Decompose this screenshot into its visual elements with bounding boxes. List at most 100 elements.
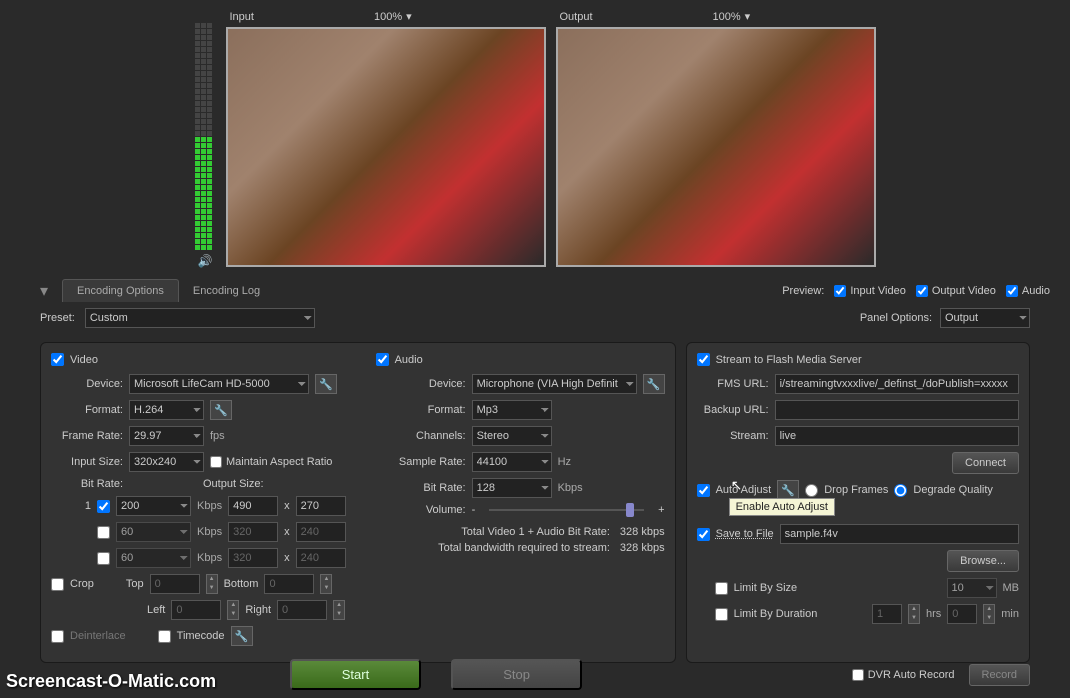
bitrate-row2-checkbox[interactable] (97, 526, 110, 539)
input-zoom[interactable]: 100% ▾ (374, 10, 412, 23)
stream-section-label: Stream to Flash Media Server (716, 354, 862, 366)
crop-bottom-input (264, 574, 314, 594)
min-spinner: ▲▼ (983, 604, 995, 624)
audio-checkbox[interactable]: Audio (1006, 285, 1050, 297)
chevron-down-icon: ▾ (406, 10, 412, 23)
limit-size-select: 10 (947, 578, 997, 598)
deinterlace-label: Deinterlace (70, 630, 126, 642)
samplerate-select[interactable]: 44100 (472, 452, 552, 472)
audio-section-checkbox[interactable] (376, 353, 389, 366)
output-video-checkbox[interactable]: Output Video (916, 285, 996, 297)
audio-format-select[interactable]: Mp3 (472, 400, 552, 420)
stream-section-checkbox[interactable] (697, 353, 710, 366)
crop-right-input (277, 600, 327, 620)
input-video-checkbox[interactable]: Input Video (834, 285, 905, 297)
wrench-icon[interactable]: 🔧 (643, 374, 665, 394)
volume-minus[interactable]: - (472, 504, 476, 516)
fms-url-input[interactable] (775, 374, 1019, 394)
outw1-input[interactable] (228, 496, 278, 516)
stop-button[interactable]: Stop (451, 659, 582, 690)
audio-bitrate-select[interactable]: 128 (472, 478, 552, 498)
video-section-label: Video (70, 354, 98, 366)
crop-left-spinner: ▲▼ (227, 600, 239, 620)
crop-label: Crop (70, 578, 94, 590)
preset-select[interactable]: Custom (85, 308, 315, 328)
output-label: Output (560, 11, 593, 23)
connect-button[interactable]: Connect (952, 452, 1019, 474)
collapse-chevron-icon[interactable]: ▾ (40, 281, 48, 301)
audio-section-label: Audio (395, 354, 423, 366)
crop-right-spinner: ▲▼ (333, 600, 345, 620)
samplerate-label: Sample Rate: (376, 456, 466, 468)
watermark: Screencast-O-Matic.com (6, 671, 216, 692)
input-label: Input (230, 11, 254, 23)
audio-device-select[interactable]: Microphone (VIA High Definition (472, 374, 637, 394)
limit-duration-checkbox[interactable] (715, 608, 728, 621)
wrench-icon[interactable]: 🔧 (315, 374, 337, 394)
dvr-auto-record-checkbox[interactable]: DVR Auto Record (852, 669, 955, 681)
mb-unit: MB (1003, 582, 1020, 594)
video-section-checkbox[interactable] (51, 353, 64, 366)
outh1-input[interactable] (296, 496, 346, 516)
filename-input[interactable] (780, 524, 1019, 544)
audio-bitrate-label: Bit Rate: (376, 482, 466, 494)
framerate-select[interactable]: 29.97 (129, 426, 204, 446)
bitrate-row-index: 1 (51, 500, 91, 512)
degrade-quality-radio[interactable] (894, 484, 907, 497)
wrench-icon[interactable]: 🔧 (777, 480, 799, 500)
drop-frames-radio[interactable] (805, 484, 818, 497)
backup-url-input[interactable] (775, 400, 1019, 420)
tab-encoding-log[interactable]: Encoding Log (179, 280, 274, 302)
outw3-input (228, 548, 278, 568)
panel-options-select[interactable]: Output (940, 308, 1030, 328)
fms-url-label: FMS URL: (697, 378, 769, 390)
bitrate-row1-checkbox[interactable] (97, 500, 110, 513)
backup-url-label: Backup URL: (697, 404, 769, 416)
timecode-checkbox[interactable] (158, 630, 171, 643)
speaker-icon[interactable]: 🔊 (198, 254, 213, 268)
output-zoom[interactable]: 100% ▾ (713, 10, 751, 23)
volume-slider[interactable] (489, 509, 644, 511)
preset-label: Preset: (40, 312, 75, 324)
limit-hrs-input (872, 604, 902, 624)
limit-duration-label: Limit By Duration (734, 608, 818, 620)
maintain-aspect-checkbox[interactable]: Maintain Aspect Ratio (210, 456, 332, 468)
crop-checkbox[interactable] (51, 578, 64, 591)
channels-select[interactable]: Stereo (472, 426, 552, 446)
bitrate-row3-checkbox[interactable] (97, 552, 110, 565)
tab-encoding-options[interactable]: Encoding Options (62, 279, 179, 302)
bitrate-row1-select[interactable]: 200 (116, 496, 191, 516)
framerate-label: Frame Rate: (51, 430, 123, 442)
inputsize-select[interactable]: 320x240 (129, 452, 204, 472)
stream-input[interactable] (775, 426, 1019, 446)
chevron-down-icon: ▾ (745, 10, 751, 23)
bitrate-row3-select: 60 (116, 548, 191, 568)
save-to-file-label: Save to File (716, 528, 774, 540)
crop-top-spinner: ▲▼ (206, 574, 218, 594)
outh2-input (296, 522, 346, 542)
deinterlace-checkbox[interactable] (51, 630, 64, 643)
auto-adjust-tooltip: Enable Auto Adjust (729, 498, 835, 516)
audio-format-label: Format: (376, 404, 466, 416)
video-device-select[interactable]: Microsoft LifeCam HD-5000 (129, 374, 309, 394)
video-format-select[interactable]: H.264 (129, 400, 204, 420)
limit-size-checkbox[interactable] (715, 582, 728, 595)
start-button[interactable]: Start (290, 659, 421, 690)
audio-vu-meter (195, 10, 212, 250)
kbps-unit: Kbps (558, 482, 583, 494)
save-to-file-checkbox[interactable] (697, 528, 710, 541)
auto-adjust-checkbox[interactable] (697, 484, 710, 497)
bitrate-label: Bit Rate: (51, 478, 123, 490)
volume-label: Volume: (376, 504, 466, 516)
record-button[interactable]: Record (969, 664, 1030, 686)
browse-button[interactable]: Browse... (947, 550, 1019, 572)
preview-toggle-label: Preview: (782, 285, 824, 297)
total-video-value: 328 kbps (620, 526, 665, 538)
degrade-quality-label: Degrade Quality (913, 484, 993, 496)
timecode-label: Timecode (177, 630, 225, 642)
volume-plus[interactable]: + (658, 504, 664, 516)
bitrate-row2-select: 60 (116, 522, 191, 542)
wrench-icon[interactable]: 🔧 (210, 400, 232, 420)
wrench-icon[interactable]: 🔧 (231, 626, 253, 646)
audio-device-label: Device: (376, 378, 466, 390)
